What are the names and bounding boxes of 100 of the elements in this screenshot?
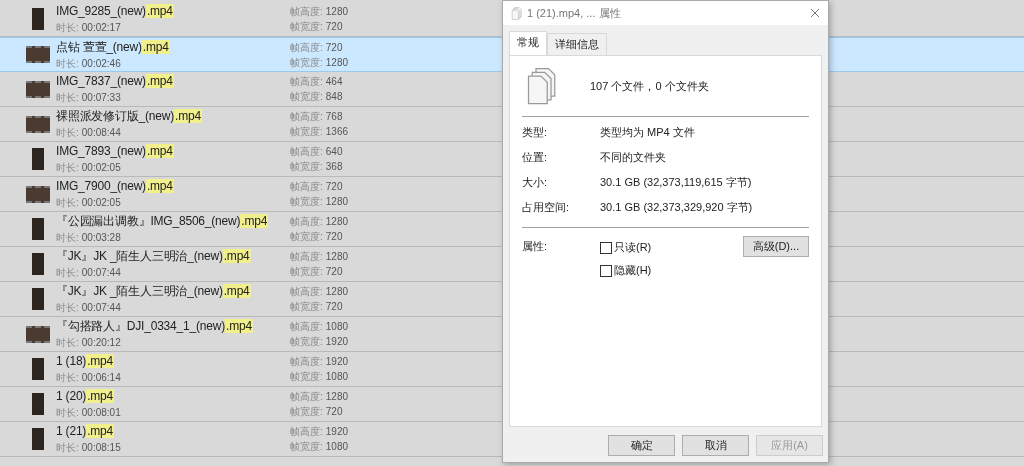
property-value: 类型均为 MP4 文件 [600, 125, 696, 140]
frame-width-value: 1366 [325, 125, 349, 139]
file-name: 『勾搭路人』DJI_0334_1_(new).mp4 [56, 318, 254, 335]
frame-height-label: 帧高度: [290, 390, 323, 404]
frame-height-label: 帧高度: [290, 5, 323, 19]
frame-width-value: 848 [325, 90, 343, 104]
frame-height-label: 帧高度: [290, 320, 323, 334]
duration-value: 00:02:05 [81, 196, 121, 210]
file-name: 点钻 萱萱_(new).mp4 [56, 38, 171, 56]
frame-height-label: 帧高度: [290, 250, 323, 264]
duration-value: 00:03:28 [81, 231, 121, 245]
file-name: 『JK』JK _陌生人三明治_(new).mp4 [56, 283, 252, 300]
frame-width-label: 帧宽度: [290, 125, 323, 139]
frame-width-value: 1920 [325, 335, 349, 349]
frame-height-value: 720 [325, 40, 343, 55]
file-name: 1 (18).mp4 [56, 353, 116, 370]
duration-label: 时长: [56, 21, 79, 35]
frame-height-label: 帧高度: [290, 285, 323, 299]
frame-height-value: 768 [325, 110, 343, 124]
duration-value: 00:06:14 [81, 371, 121, 385]
frame-height-value: 1280 [325, 285, 349, 299]
frame-height-label: 帧高度: [290, 145, 323, 159]
duration-label: 时长: [56, 56, 79, 71]
duration-label: 时长: [56, 196, 79, 210]
checkbox-label: 只读(R) [614, 240, 652, 255]
duration-value: 00:02:46 [81, 56, 121, 71]
frame-width-label: 帧宽度: [290, 195, 323, 209]
file-name: 『JK』JK _陌生人三明治_(new).mp4 [56, 248, 252, 265]
duration-label: 时长: [56, 441, 79, 455]
frame-width-value: 720 [325, 300, 343, 314]
frame-height-value: 1920 [325, 355, 349, 369]
file-name: IMG_7837_(new).mp4 [56, 73, 175, 90]
file-name: 1 (21).mp4 [56, 423, 116, 440]
frame-width-label: 帧宽度: [290, 405, 323, 419]
frame-height-value: 464 [325, 75, 343, 89]
duration-label: 时长: [56, 266, 79, 280]
frame-height-value: 1280 [325, 215, 349, 229]
property-value: 30.1 GB (32,373,119,615 字节) [600, 175, 753, 190]
frame-width-label: 帧宽度: [290, 370, 323, 384]
property-label: 位置: [522, 150, 549, 165]
frame-width-label: 帧宽度: [290, 90, 323, 104]
property-label: 大小: [522, 175, 549, 190]
duration-value: 00:02:17 [81, 21, 121, 35]
frame-width-value: 720 [325, 230, 343, 244]
file-name: 1 (20).mp4 [56, 388, 116, 405]
duration-label: 时长: [56, 126, 79, 140]
frame-height-label: 帧高度: [290, 40, 323, 55]
frame-width-value: 1080 [325, 440, 349, 454]
duration-label: 时长: [56, 231, 79, 245]
duration-label: 时长: [56, 301, 79, 315]
frame-height-value: 1280 [325, 5, 349, 19]
frame-height-value: 1080 [325, 320, 349, 334]
duration-value: 00:08:01 [81, 406, 121, 420]
frame-height-value: 1280 [325, 250, 349, 264]
frame-width-value: 1280 [325, 55, 349, 70]
frame-height-label: 帧高度: [290, 110, 323, 124]
frame-height-label: 帧高度: [290, 215, 323, 229]
property-label: 类型: [522, 125, 549, 140]
duration-label: 时长: [56, 406, 79, 420]
frame-width-label: 帧宽度: [290, 300, 323, 314]
frame-width-value: 720 [325, 265, 343, 279]
frame-width-label: 帧宽度: [290, 265, 323, 279]
frame-height-label: 帧高度: [290, 75, 323, 89]
duration-value: 00:08:44 [81, 126, 121, 140]
frame-height-label: 帧高度: [290, 180, 323, 194]
frame-width-value: 1280 [325, 195, 349, 209]
property-value: 30.1 GB (32,373,329,920 字节) [600, 200, 754, 215]
frame-width-label: 帧宽度: [290, 55, 323, 70]
frame-height-value: 1920 [325, 425, 349, 439]
property-value: 不同的文件夹 [600, 150, 667, 165]
attributes-label: 属性: [522, 239, 549, 254]
file-name: IMG_7893_(new).mp4 [56, 143, 175, 160]
frame-width-label: 帧宽度: [290, 335, 323, 349]
frame-height-label: 帧高度: [290, 355, 323, 369]
frame-width-value: 1080 [325, 370, 349, 384]
property-label: 占用空间: [522, 200, 571, 215]
checkbox-label: 隐藏(H) [614, 263, 652, 278]
frame-width-value: 720 [325, 405, 343, 419]
frame-width-value: 720 [325, 20, 343, 34]
duration-value: 00:02:05 [81, 161, 121, 175]
frame-width-value: 368 [325, 160, 343, 174]
duration-label: 时长: [56, 336, 79, 350]
frame-height-value: 640 [325, 145, 343, 159]
window-title: 1 (21).mp4, ... 属性 [527, 5, 622, 21]
duration-label: 时长: [56, 371, 79, 385]
duration-label: 时长: [56, 91, 79, 105]
file-name: IMG_7900_(new).mp4 [56, 178, 175, 195]
frame-width-label: 帧宽度: [290, 440, 323, 454]
selection-summary: 107 个文件，0 个文件夹 [590, 78, 709, 94]
file-name: 裸照派发修订版_(new).mp4 [56, 108, 203, 125]
frame-width-label: 帧宽度: [290, 160, 323, 174]
duration-value: 00:07:44 [81, 301, 121, 315]
frame-width-label: 帧宽度: [290, 230, 323, 244]
duration-value: 00:07:33 [81, 91, 121, 105]
file-name: 『公园漏出调教』IMG_8506_(new).mp4 [56, 213, 270, 230]
duration-value: 00:08:15 [81, 441, 121, 455]
frame-height-value: 1280 [325, 390, 349, 404]
file-name: IMG_9285_(new).mp4 [56, 3, 175, 20]
frame-width-label: 帧宽度: [290, 20, 323, 34]
frame-height-value: 720 [325, 180, 343, 194]
